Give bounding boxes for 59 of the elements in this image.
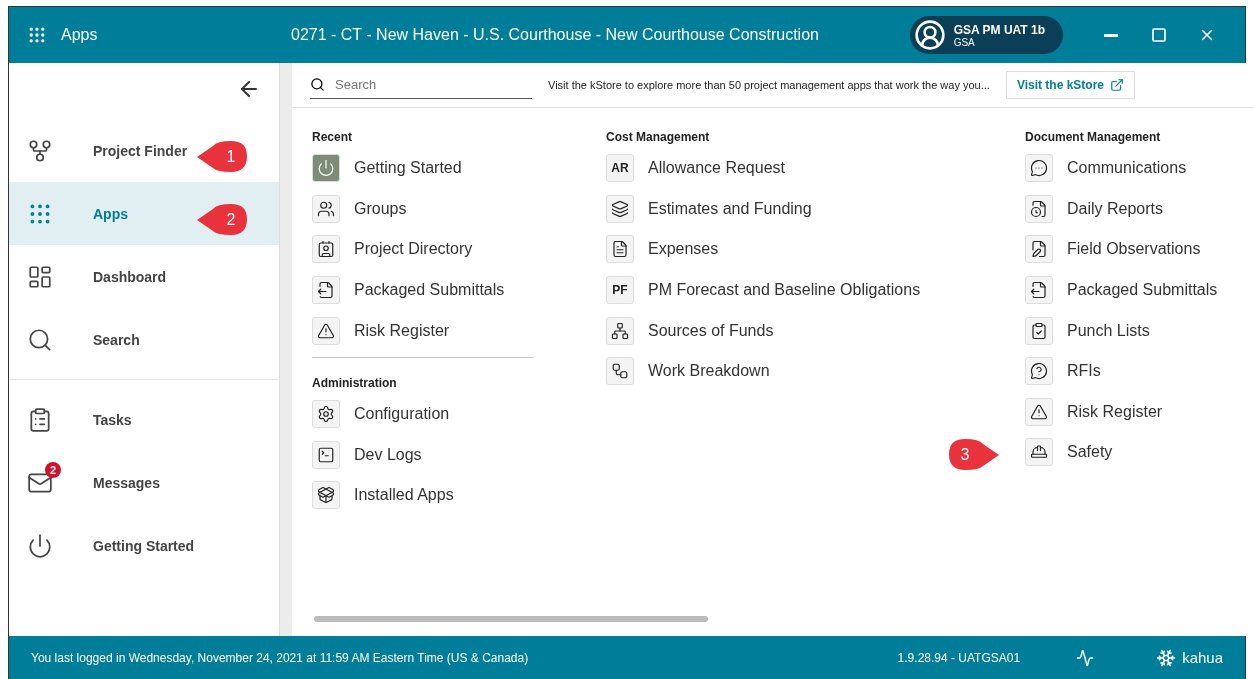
app-icon: AR	[606, 154, 634, 183]
app-link[interactable]: Safety	[1025, 432, 1113, 473]
app-link[interactable]: PF PM Forecast and Baseline Obligations	[606, 269, 921, 311]
section-title: Cost Management	[606, 130, 710, 144]
app-link[interactable]: Configuration	[312, 393, 450, 435]
activity-icon[interactable]	[1076, 648, 1095, 667]
app-link[interactable]: Expenses	[606, 229, 719, 270]
app-link[interactable]: AR Allowance Request	[606, 148, 785, 189]
kstore-message: Visit the kStore to explore more than 50 project management apps that work the way you...	[548, 79, 990, 91]
grid-icon[interactable]	[27, 25, 47, 45]
app-link[interactable]: Work Breakdown	[606, 350, 770, 392]
count-badge: 2	[45, 461, 61, 478]
app-link[interactable]: Communications	[1025, 148, 1187, 189]
app-link[interactable]: Risk Register	[312, 310, 450, 351]
section-title: Administration	[312, 375, 397, 390]
kstore-button[interactable]: Visit the kStore	[1005, 71, 1135, 99]
section-title: Document Management	[1025, 130, 1161, 144]
app-icon: PF	[606, 276, 634, 305]
user-name: GSA PM UAT 1b	[953, 22, 1045, 37]
app-link[interactable]: Getting Started	[312, 148, 462, 189]
app-link[interactable]: Daily Reports	[1025, 188, 1164, 230]
app-title: Apps	[61, 26, 99, 44]
search-icon	[310, 77, 325, 92]
nav-item[interactable]: 2 Messages	[9, 451, 279, 514]
app-link[interactable]: Punch Lists	[1025, 310, 1150, 351]
app-link[interactable]: Installed Apps	[312, 475, 454, 516]
version-text: 1.9.28.94 - UATGSA01	[897, 650, 1021, 665]
minimize-icon	[1104, 33, 1118, 37]
search-input[interactable]: Search	[333, 76, 532, 93]
nav-item[interactable]: Search	[9, 308, 279, 371]
search-icon	[27, 326, 53, 353]
app-link[interactable]: Packaged Submittals	[1025, 269, 1218, 311]
scrollbar[interactable]	[314, 616, 708, 622]
dashboard-icon	[27, 263, 53, 290]
power-icon	[27, 532, 53, 559]
branch-icon	[27, 137, 53, 164]
last-login-text: You last logged in Wednesday, November 24, 2021 at 11:59 AM Eastern Time (US & Canada)	[31, 650, 530, 665]
brand-logo: kahua	[1156, 647, 1223, 668]
app-link[interactable]: Sources of Funds	[606, 310, 774, 351]
user-menu[interactable]: GSA PM UAT 1b GSA	[909, 16, 1063, 54]
app-link[interactable]: Field Observations	[1025, 229, 1201, 270]
maximize-icon	[1151, 27, 1167, 43]
project-title: 0271 - CT - New Haven - U.S. Courthouse - New Courthouse Construction	[291, 26, 820, 44]
nav-item[interactable]: Tasks	[9, 388, 279, 451]
avatar-icon	[913, 19, 946, 51]
search-field[interactable]: Search	[310, 71, 532, 99]
app-link[interactable]: Groups	[312, 188, 407, 230]
app-link[interactable]: RFIs	[1025, 350, 1101, 392]
nav-item[interactable]: Getting Started	[9, 514, 279, 577]
app-link[interactable]: Packaged Submittals	[312, 269, 505, 311]
external-link-icon	[1110, 78, 1124, 92]
nav-item[interactable]: Dashboard	[9, 245, 279, 308]
app-link[interactable]: Risk Register	[1025, 391, 1163, 433]
app-link[interactable]: Estimates and Funding	[606, 188, 812, 230]
section-title: Recent	[312, 130, 352, 144]
user-org: GSA	[953, 36, 976, 48]
app-link[interactable]: Dev Logs	[312, 434, 422, 476]
app-link[interactable]: Project Directory	[312, 229, 473, 270]
clipboard-icon	[27, 406, 53, 433]
